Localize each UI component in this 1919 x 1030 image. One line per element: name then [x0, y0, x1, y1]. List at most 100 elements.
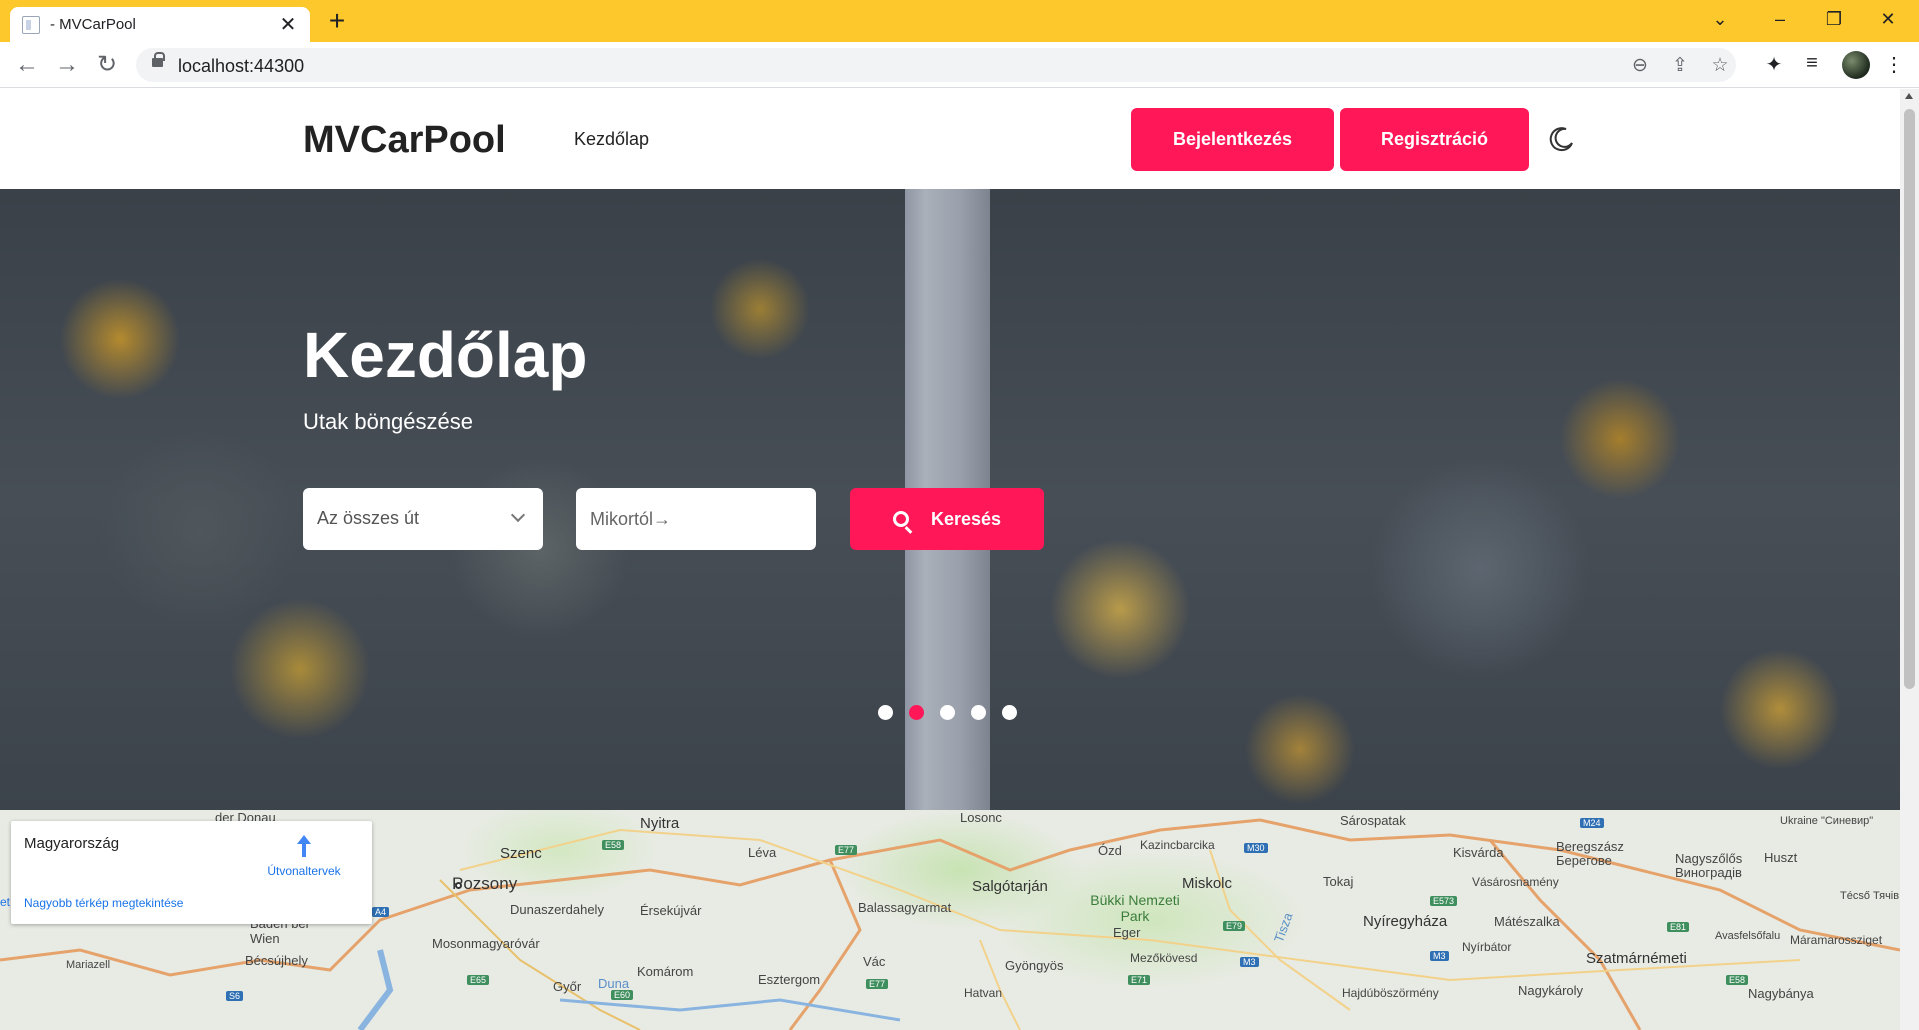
- search-button[interactable]: Keresés: [850, 488, 1044, 550]
- map-place-name: Magyarország: [24, 835, 120, 852]
- map-label: Szatmárnémeti: [1586, 950, 1687, 967]
- road-shield: M3: [1240, 957, 1259, 967]
- map-info-card: Magyarország Útvonaltervek Nagyobb térké…: [11, 821, 372, 924]
- extensions-icon[interactable]: ✦: [1760, 52, 1788, 77]
- close-window-button[interactable]: ✕: [1868, 4, 1908, 34]
- brand-logo[interactable]: MVCarPool: [303, 119, 506, 162]
- road-shield: E58: [1726, 975, 1749, 985]
- road-shield: A4: [372, 907, 390, 917]
- map-label: Vásárosnamény: [1472, 875, 1559, 889]
- carousel-dot-active[interactable]: [909, 705, 924, 720]
- larger-map-link[interactable]: Nagyobb térkép megtekintése: [24, 896, 183, 910]
- new-tab-button[interactable]: +: [322, 6, 352, 36]
- directions-label: Útvonaltervek: [267, 864, 341, 878]
- map-label: Nyíregyháza: [1363, 913, 1448, 930]
- road-shield: E77: [835, 845, 858, 855]
- page-scrollbar[interactable]: [1900, 89, 1919, 1030]
- map-label: Mezőkövesd: [1130, 951, 1198, 965]
- map-label: Nagybánya: [1748, 986, 1814, 1001]
- map-label: Dunaszerdahely: [510, 902, 604, 917]
- map-label: Komárom: [637, 964, 694, 979]
- close-tab-icon[interactable]: ✕: [278, 12, 298, 37]
- map-label: et: [0, 895, 11, 909]
- site-header: MVCarPool Kezdőlap Bejelentkezés Regiszt…: [0, 89, 1900, 189]
- carousel-dot[interactable]: [878, 705, 893, 720]
- map-label: Huszt: [1764, 850, 1798, 865]
- scroll-up-arrow-icon[interactable]: [1905, 93, 1913, 99]
- map-label: Ukraine "Синевир": [1780, 815, 1874, 827]
- scrollbar-thumb[interactable]: [1904, 109, 1915, 689]
- map-label: Hatvan: [964, 986, 1003, 1000]
- road-shield: M24: [1580, 818, 1604, 828]
- map-label: Érsekújvár: [640, 903, 702, 918]
- page-favicon-icon: [22, 15, 40, 34]
- forward-button[interactable]: →: [52, 50, 82, 80]
- search-button-label: Keresés: [930, 508, 1002, 529]
- map-label: Tokaj: [1323, 874, 1354, 889]
- map-label: Vác: [863, 954, 886, 969]
- bookmark-star-icon[interactable]: ☆: [1708, 54, 1732, 77]
- browser-menu-icon[interactable]: ⋮: [1880, 52, 1908, 77]
- reload-button[interactable]: ↻: [92, 50, 122, 80]
- road-shield: S6: [226, 991, 244, 1001]
- browser-tab[interactable]: - MVCarPool ✕: [10, 7, 310, 42]
- road-shield: E81: [1667, 922, 1690, 932]
- hero-subtitle: Utak böngészése: [303, 409, 473, 434]
- map-label: Bükki Nemzeti Park: [1090, 892, 1180, 924]
- map-label: Máramarossziget: [1790, 933, 1883, 947]
- map-label: Mariazell: [66, 959, 111, 971]
- browser-tabbar: - MVCarPool ✕ + ⌄ – ❐ ✕: [0, 0, 1919, 42]
- nav-home-link[interactable]: Kezdőlap: [574, 129, 649, 150]
- map-label: Duna: [598, 976, 630, 991]
- search-icon: [892, 511, 909, 527]
- page-viewport: MVCarPool Kezdőlap Bejelentkezés Regiszt…: [0, 89, 1900, 1030]
- date-from-input[interactable]: [576, 488, 816, 550]
- tab-search-chevron-icon[interactable]: ⌄: [1700, 4, 1740, 34]
- map-label: Kazincbarcika: [1140, 838, 1215, 852]
- map-label: Beregszász Берегове: [1556, 839, 1624, 868]
- address-bar[interactable]: localhost:44300 ⊖ ⇪ ☆: [136, 48, 1736, 82]
- map-label: Miskolc: [1182, 875, 1233, 892]
- carousel-dot[interactable]: [940, 705, 955, 720]
- tab-title: - MVCarPool: [50, 16, 136, 33]
- road-shield: E71: [1128, 975, 1151, 985]
- minimize-button[interactable]: –: [1760, 4, 1800, 34]
- map-label: Nagykároly: [1518, 983, 1584, 998]
- lock-icon[interactable]: [152, 52, 165, 67]
- url-text[interactable]: localhost:44300: [178, 56, 304, 77]
- map-label: Hajdúböszörmény: [1342, 986, 1439, 1000]
- carousel-dot[interactable]: [971, 705, 986, 720]
- hero-carousel: Kezdőlap Utak böngészése Az összes út Ke…: [0, 189, 1900, 810]
- map-label: Léva: [748, 845, 777, 860]
- route-select[interactable]: Az összes út: [303, 488, 543, 550]
- map-label: Mátészalka: [1494, 914, 1560, 929]
- road-shield: E58: [602, 840, 625, 850]
- browser-toolbar: ← → ↻ localhost:44300 ⊖ ⇪ ☆ ✦ ≡ ⋮: [0, 42, 1919, 88]
- dark-mode-toggle-icon[interactable]: [1548, 125, 1576, 153]
- back-button[interactable]: ←: [12, 50, 42, 80]
- map-label: Szenc: [500, 845, 542, 862]
- road-shield: E79: [1223, 921, 1246, 931]
- restore-button[interactable]: ❐: [1814, 4, 1854, 34]
- map-label: Eger: [1113, 925, 1141, 940]
- register-button[interactable]: Regisztráció: [1340, 108, 1529, 171]
- map-label: Kisvárda: [1453, 845, 1504, 860]
- route-select-value: Az összes út: [317, 508, 420, 528]
- map-label: Avasfelsőfalu: [1715, 930, 1781, 942]
- map-label: Gyöngyös: [1005, 958, 1064, 973]
- directions-button[interactable]: Útvonaltervek: [264, 835, 344, 878]
- road-shield: E77: [866, 979, 889, 989]
- capital-marker-icon: [455, 882, 462, 889]
- carousel-dot[interactable]: [1002, 705, 1017, 720]
- login-button[interactable]: Bejelentkezés: [1131, 108, 1334, 171]
- share-icon[interactable]: ⇪: [1668, 54, 1692, 77]
- media-controls-icon[interactable]: ≡: [1798, 52, 1826, 75]
- map-label: Ózd: [1098, 843, 1122, 858]
- road-shield: M3: [1430, 951, 1449, 961]
- profile-avatar[interactable]: [1842, 51, 1870, 79]
- zoom-icon[interactable]: ⊖: [1628, 54, 1652, 77]
- embedded-map[interactable]: der Donau Nyitra Losonc Sárospatak Szenc…: [0, 810, 1900, 1030]
- hero-title: Kezdőlap: [303, 319, 588, 391]
- map-label: Balassagyarmat: [858, 900, 952, 915]
- road-shield: M30: [1244, 843, 1268, 853]
